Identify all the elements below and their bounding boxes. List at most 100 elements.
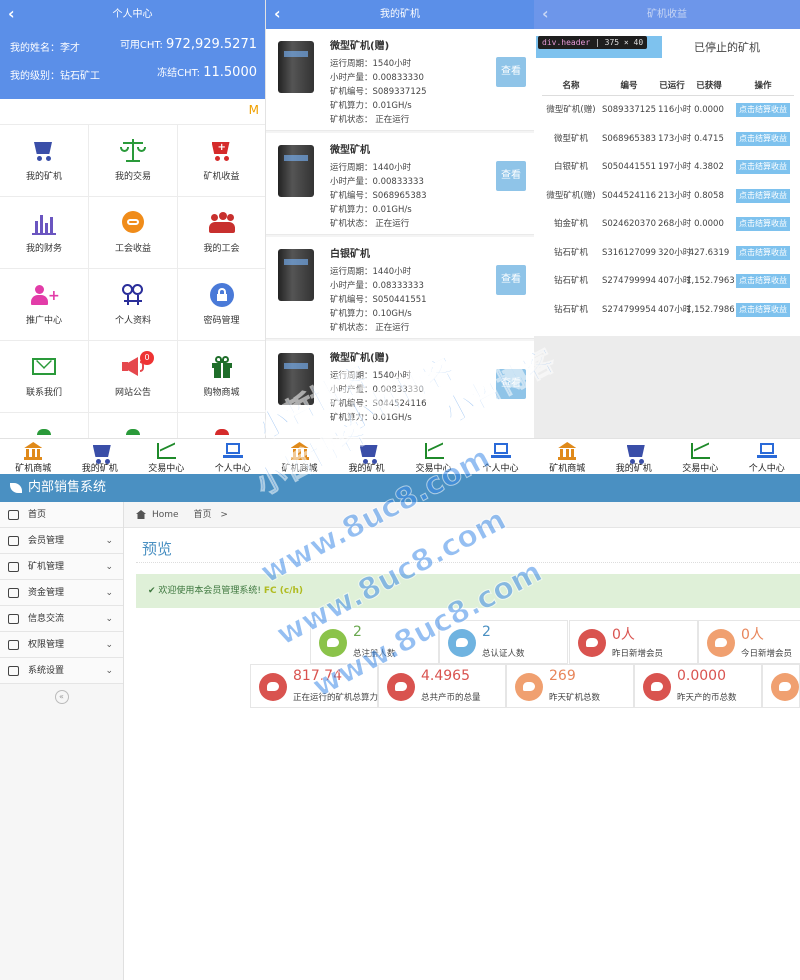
sidebar-item[interactable]: 矿机管理 ⌄: [0, 554, 123, 580]
nav-item[interactable]: 交易中心: [133, 439, 200, 474]
miner-cycle: 运行周期：1540小时: [330, 371, 412, 381]
bottom-nav: 矿机商城 我的矿机 交易中心 个人中心: [266, 438, 534, 474]
settle-earnings-button[interactable]: 点击结算收益: [736, 302, 790, 317]
settle-earnings-button[interactable]: 点击结算收益: [736, 160, 790, 174]
menu-item-2[interactable]: + 矿机收益: [178, 125, 265, 197]
personal-center-panel: ‹ 个人中心 我的姓名：李才 可用CHT: 972,929.5271 我的级别：…: [0, 0, 266, 438]
line-chart-icon: [156, 442, 177, 460]
sidebar-collapse-button[interactable]: «: [54, 690, 69, 704]
tab-stopped[interactable]: 已停止的矿机: [694, 39, 760, 55]
nav-item[interactable]: 我的矿机: [67, 439, 134, 474]
table-row: 微型矿机(赠) S089337125 116小时 0.0000 点击结算收益: [542, 96, 794, 125]
table-row: 微型矿机 S068965383 173小时 0.4715 点击结算收益: [542, 125, 794, 154]
link-icon: [120, 211, 146, 235]
text-icon: [8, 666, 19, 676]
nav-label: 我的矿机: [615, 464, 652, 474]
brand-title: 内部销售系统: [28, 480, 107, 495]
miner-item: 微型矿机(赠) 运行周期：1540小时 小时产量：0.00833330 矿机编号：S0…: [266, 341, 534, 438]
breadcrumb-home[interactable]: Home: [152, 510, 179, 520]
nav-item[interactable]: 我的矿机: [333, 439, 400, 474]
menu-item-1[interactable]: 我的交易: [89, 125, 178, 197]
divider: [136, 562, 800, 563]
nav-item[interactable]: 个人中心: [734, 439, 800, 474]
miner-hourly: 小时产量：0.00833330: [330, 385, 424, 395]
back-arrow-icon[interactable]: ‹: [274, 0, 281, 27]
stat-card: 2 总注册人数: [310, 620, 439, 664]
laptop-icon: [490, 442, 511, 460]
nav-item[interactable]: 我的矿机: [601, 439, 668, 474]
back-arrow-icon[interactable]: ‹: [8, 0, 15, 27]
chat-icon: [448, 629, 476, 657]
notification-badge: 0: [140, 351, 154, 365]
nav-label: 矿机商城: [281, 464, 318, 474]
chat-icon: [578, 629, 606, 657]
menu-item-0[interactable]: 我的矿机: [0, 125, 89, 197]
menu-item-partial[interactable]: [89, 413, 178, 438]
settle-earnings-button[interactable]: 点击结算收益: [736, 245, 790, 260]
table-header: 名称 编号 已运行 已获得 操作: [542, 76, 794, 96]
breadcrumb-current: 首页: [193, 510, 212, 520]
stat-card: [762, 664, 800, 708]
chat-icon: [259, 673, 287, 701]
menu-item-partial[interactable]: [0, 413, 89, 438]
nav-item[interactable]: 个人中心: [467, 439, 534, 474]
menu-item-10[interactable]: 0 网站公告: [89, 341, 178, 413]
sidebar-item[interactable]: 资金管理 ⌄: [0, 580, 123, 606]
nav-item[interactable]: 交易中心: [667, 439, 734, 474]
stat-value: 4.4965: [421, 668, 470, 684]
settle-earnings-button[interactable]: 点击结算收益: [736, 131, 790, 146]
view-button[interactable]: 查看: [496, 57, 526, 87]
sidebar-item[interactable]: 信息交流 ⌄: [0, 606, 123, 632]
line-chart-icon: [424, 442, 444, 460]
scale-icon: [120, 139, 146, 163]
nav-item[interactable]: 矿机商城: [0, 439, 67, 474]
menu-item-7[interactable]: 个人资料: [89, 269, 178, 341]
nav-item[interactable]: 交易中心: [400, 439, 467, 474]
nav-label: 个人中心: [214, 464, 251, 474]
sidebar-item[interactable]: 会员管理 ⌄: [0, 528, 123, 554]
menu-item-9[interactable]: 联系我们: [0, 341, 89, 413]
settle-earnings-button[interactable]: 点击结算收益: [736, 217, 790, 231]
settle-earnings-button[interactable]: 点击结算收益: [736, 188, 790, 203]
stat-label: 昨日新增会员: [612, 649, 664, 659]
menu-item-3[interactable]: 我的财务: [0, 197, 89, 269]
menu-item-label: 矿机收益: [203, 172, 240, 182]
menu-item-4[interactable]: 工会收益: [89, 197, 178, 269]
menu-item-5[interactable]: 我的工会: [178, 197, 265, 269]
cell-serial: S068965383: [601, 133, 657, 144]
stat-value: 269: [549, 668, 576, 684]
cell-name: 钻石矿机: [553, 247, 588, 258]
menu-item-11[interactable]: 购物商城: [178, 341, 265, 413]
notice-marquee: M: [0, 99, 265, 125]
bank-icon: [23, 442, 43, 460]
settle-earnings-button[interactable]: 点击结算收益: [736, 103, 790, 117]
miner-image: [278, 249, 314, 301]
view-button[interactable]: 查看: [496, 161, 526, 191]
view-button[interactable]: 查看: [496, 265, 526, 295]
nav-item[interactable]: 个人中心: [200, 439, 267, 474]
sidebar-item[interactable]: 系统设置 ⌄: [0, 658, 123, 684]
cell-serial: S274799954: [601, 304, 657, 315]
chat-icon: [515, 673, 543, 701]
dashboard-icon: [8, 510, 19, 520]
menu-item-partial[interactable]: [178, 413, 265, 438]
nav-item[interactable]: 矿机商城: [266, 439, 333, 474]
bottom-nav: 矿机商城 我的矿机 交易中心 个人中心: [534, 438, 800, 474]
cell-ran: 320小时: [658, 247, 692, 258]
page-title: 我的矿机: [380, 9, 420, 20]
stat-label: 总认证人数: [482, 649, 525, 659]
sidebar-item[interactable]: 首页: [0, 502, 123, 528]
miner-image: [278, 353, 314, 405]
menu-item-8[interactable]: 密码管理: [178, 269, 265, 341]
menu-item-6[interactable]: + 推广中心: [0, 269, 89, 341]
sidebar-item[interactable]: 权限管理 ⌄: [0, 632, 123, 658]
nav-item[interactable]: 矿机商城: [534, 439, 601, 474]
cell-name: 铂金矿机: [553, 219, 588, 229]
settle-earnings-button[interactable]: 点击结算收益: [736, 274, 790, 288]
back-arrow-icon[interactable]: ‹: [542, 0, 549, 27]
view-button[interactable]: 查看: [496, 369, 526, 399]
breadcrumb: Home 首页 >: [124, 502, 800, 528]
miner-name: 微型矿机(赠): [330, 41, 390, 52]
column-header: 已运行: [659, 81, 685, 91]
cell-name: 钻石矿机: [553, 304, 588, 315]
